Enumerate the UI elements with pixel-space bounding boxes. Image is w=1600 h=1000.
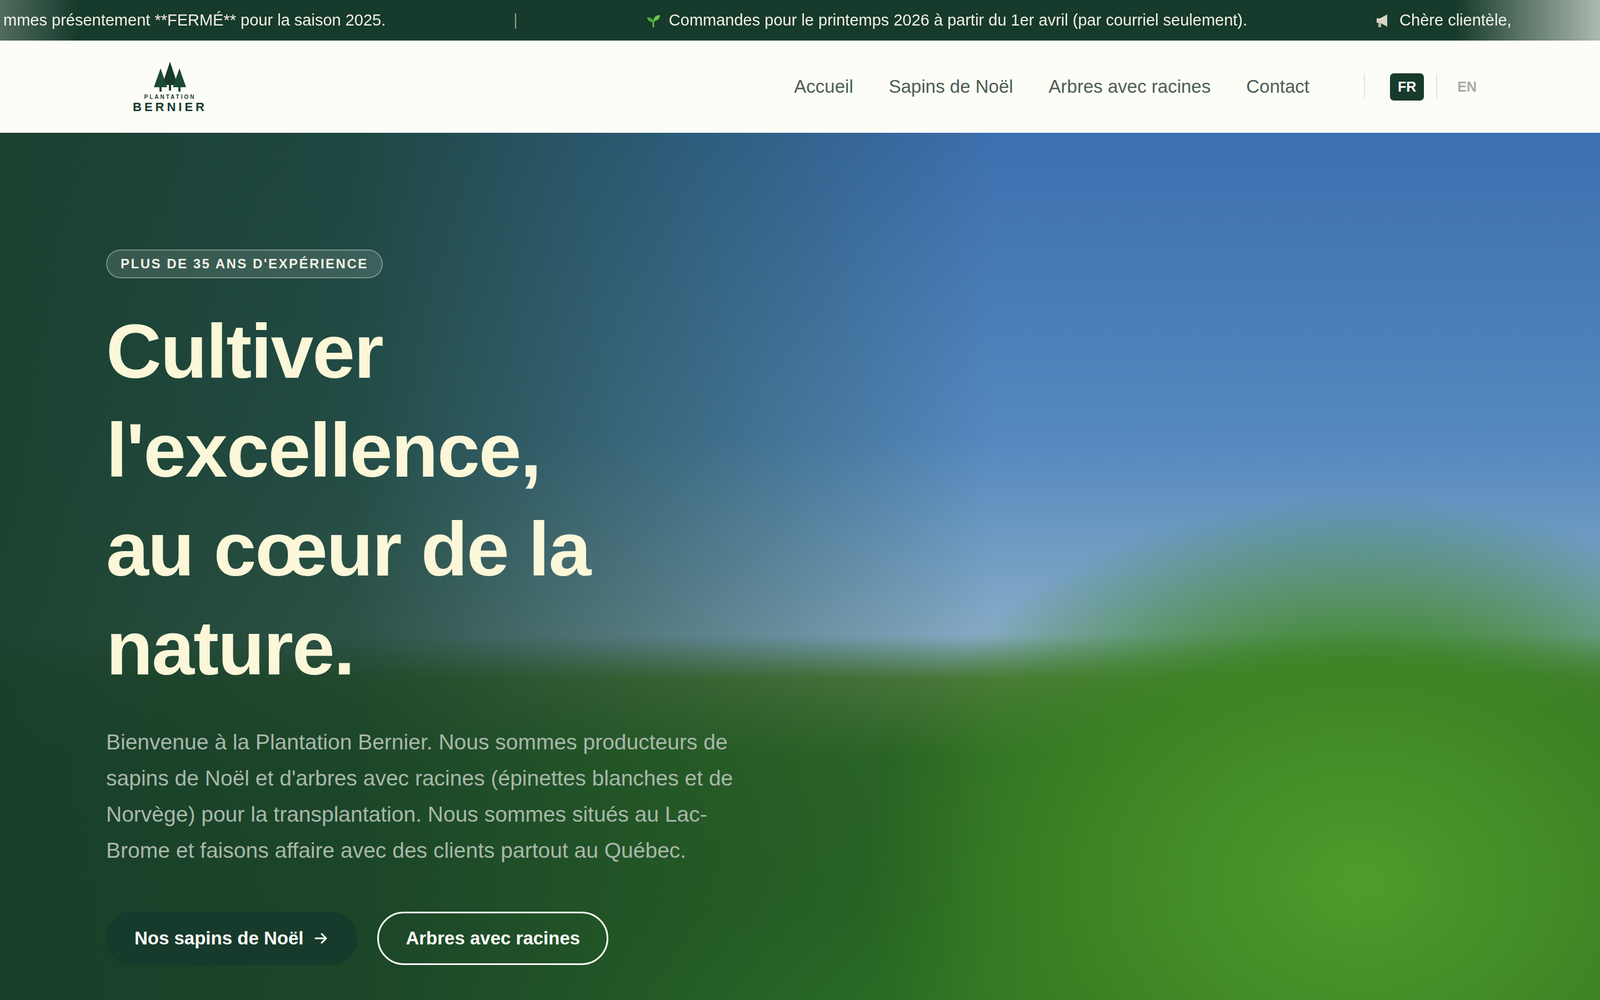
divider bbox=[1436, 73, 1438, 100]
button-label: Arbres avec racines bbox=[405, 927, 580, 949]
language-button[interactable]: EN bbox=[1449, 73, 1485, 101]
navigation: Accueil Sapins de Noël Arbres avec racines… bbox=[793, 73, 1485, 101]
arrow-right-icon bbox=[313, 930, 329, 947]
announcement-item: mmes présentement **FERMÉ** pour la sais… bbox=[3, 11, 386, 30]
pine-trees-icon bbox=[148, 60, 192, 93]
announcement-item: Commandes pour le printemps 2026 à parti… bbox=[645, 11, 1248, 30]
hero-description: Bienvenue à la Plantation Bernier. Nous … bbox=[106, 723, 745, 869]
logo-tagline: PLANTATION bbox=[144, 93, 197, 100]
divider bbox=[1363, 73, 1365, 100]
logo[interactable]: PLANTATIONBERNIER bbox=[132, 60, 208, 114]
megaphone-icon bbox=[1375, 12, 1392, 29]
language-switcher: FR EN bbox=[1390, 73, 1485, 101]
heading-line: l'excellence, bbox=[106, 400, 590, 500]
announcement-text: Chère clientèle, bbox=[1399, 11, 1512, 30]
announcement-text: mmes présentement **FERMÉ** pour la sais… bbox=[3, 11, 386, 30]
hero-buttons: Nos sapins de Noël Arbres avec racines bbox=[106, 911, 609, 965]
nav-link[interactable]: Sapins de Noël bbox=[888, 76, 1014, 98]
nav-link[interactable]: Contact bbox=[1246, 76, 1310, 98]
language-button[interactable]: FR bbox=[1390, 73, 1424, 101]
announcement-bar: mmes présentement **FERMÉ** pour la sais… bbox=[0, 0, 1600, 41]
announcement-item: Chère clientèle, bbox=[1375, 11, 1512, 30]
hero-button[interactable]: Arbres avec racines bbox=[377, 911, 609, 965]
hero-content: PLUS DE 35 ANS D'EXPÉRIENCE Cultiverl'exc… bbox=[0, 132, 1600, 965]
heading-line: Cultiver bbox=[106, 301, 590, 401]
announcement-text: Commandes pour le printemps 2026 à parti… bbox=[668, 11, 1248, 30]
nav-link[interactable]: Accueil bbox=[793, 76, 853, 98]
hero-button[interactable]: Nos sapins de Noël bbox=[106, 911, 358, 965]
logo-name: BERNIER bbox=[132, 101, 208, 114]
site-header: PLANTATIONBERNIER Accueil Sapins de Noël Ar… bbox=[0, 40, 1600, 133]
hero-heading: Cultiverl'excellence,au cœur de lanature… bbox=[106, 301, 590, 698]
hero-section: PLUS DE 35 ANS D'EXPÉRIENCE Cultiverl'exc… bbox=[0, 132, 1600, 1000]
sprout-icon bbox=[645, 12, 662, 29]
experience-badge: PLUS DE 35 ANS D'EXPÉRIENCE bbox=[106, 249, 383, 279]
button-label: Nos sapins de Noël bbox=[134, 927, 304, 949]
heading-line: au cœur de la bbox=[106, 499, 590, 599]
nav-menu: Accueil Sapins de Noël Arbres avec racines… bbox=[793, 76, 1310, 98]
nav-link[interactable]: Arbres avec racines bbox=[1048, 76, 1212, 98]
heading-line: nature. bbox=[106, 598, 590, 698]
separator: | bbox=[513, 11, 518, 30]
